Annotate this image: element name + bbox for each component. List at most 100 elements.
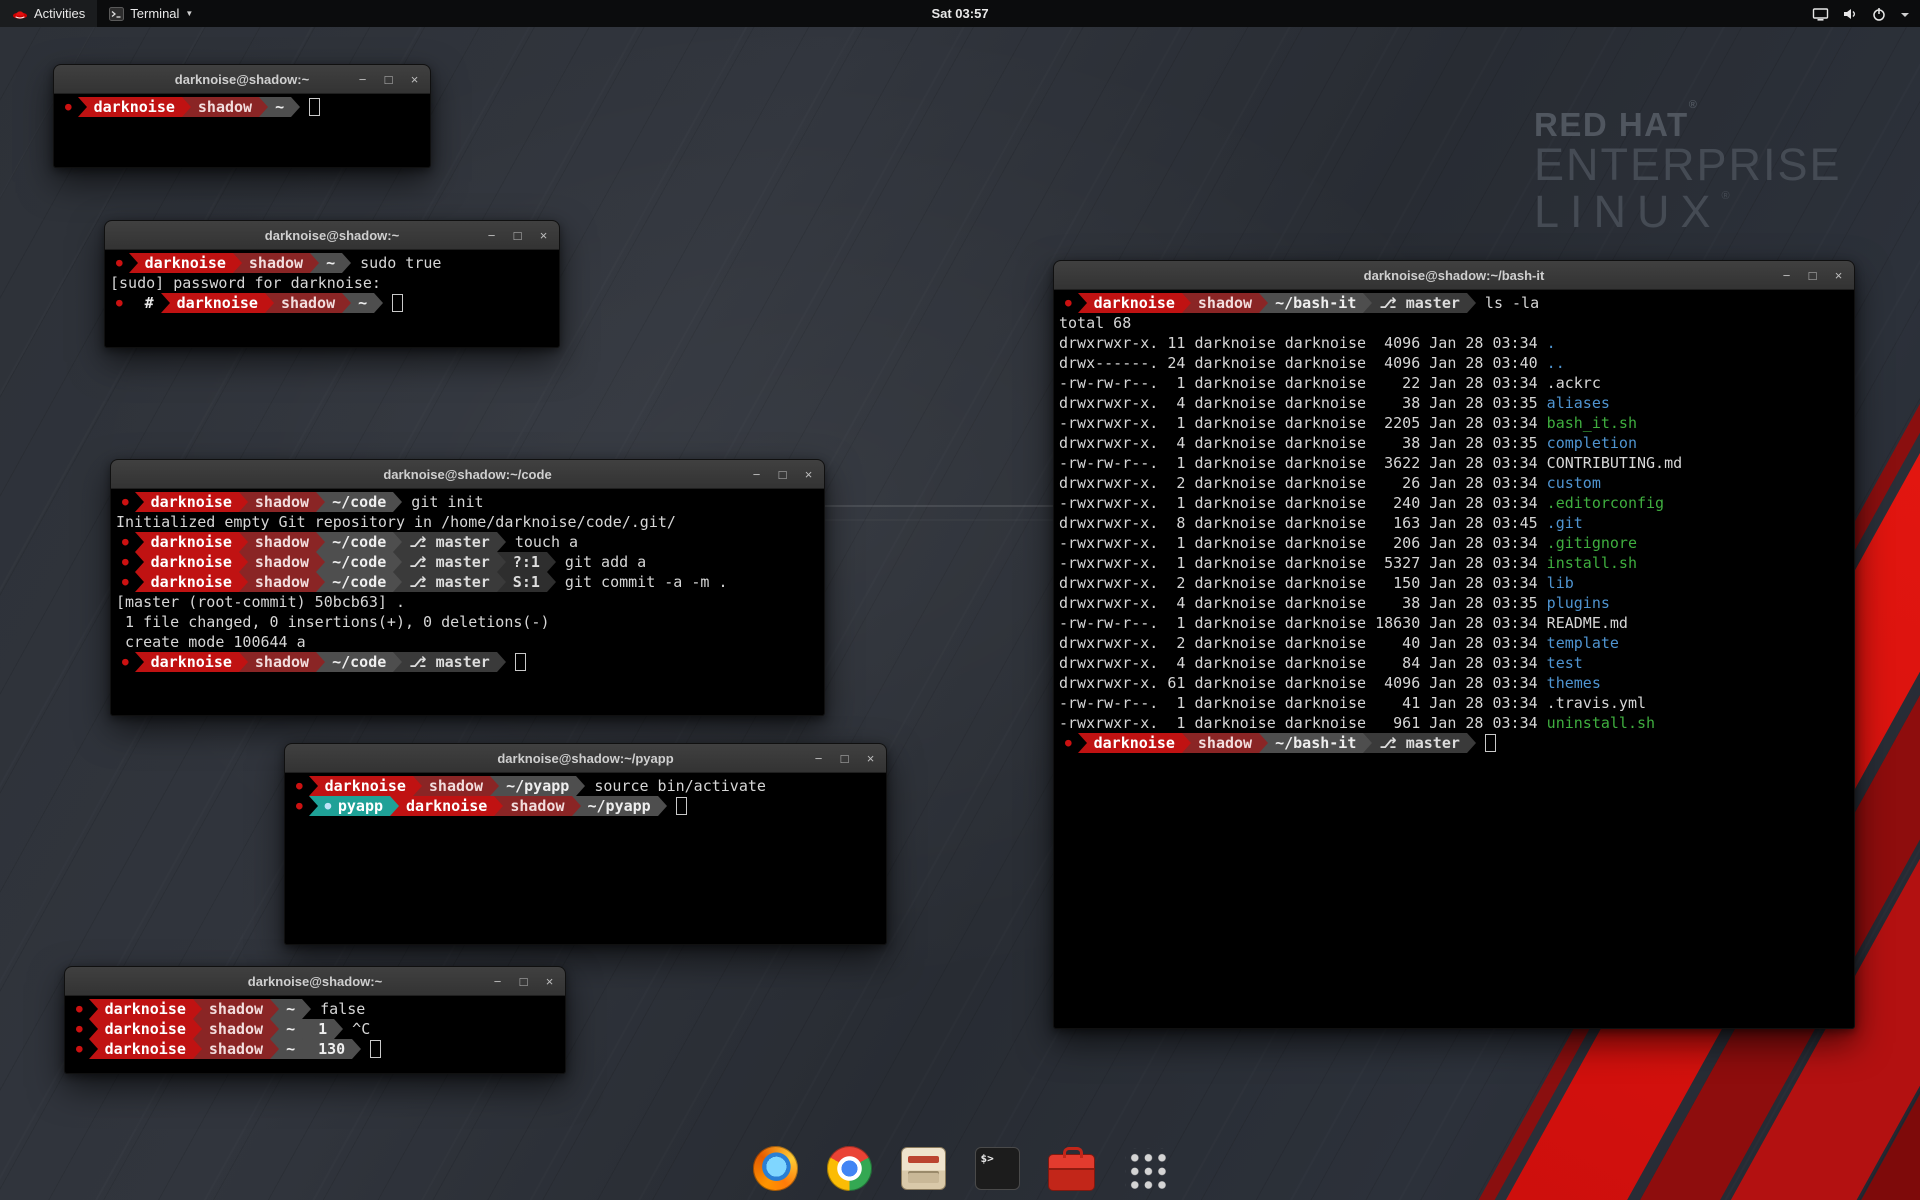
files-icon (901, 1147, 946, 1190)
powerline-arrow-icon (239, 552, 248, 572)
powerline-arrow-icon (135, 532, 144, 552)
prompt-user-segment: darknoise (144, 572, 239, 592)
dock-firefox[interactable] (748, 1141, 802, 1195)
terminal-text: drwxrwxr-x. 11 darknoise darknoise 4096 … (1059, 333, 1547, 353)
prompt-git-segment: ⎇ master (402, 552, 497, 572)
close-button[interactable]: × (408, 73, 421, 86)
dock-files[interactable] (896, 1141, 950, 1195)
powerline-arrow-icon (393, 492, 402, 512)
activities-button[interactable]: Activities (0, 0, 97, 27)
maximize-button[interactable]: □ (517, 975, 530, 988)
terminal-text: bash_it.sh (1547, 413, 1637, 433)
terminal-cursor (309, 98, 320, 116)
terminal-text: -rwxrwxr-x. 1 darknoise darknoise 206 Ja… (1059, 533, 1547, 553)
terminal-line: total 68 (1059, 313, 1849, 333)
dock-app-grid[interactable] (1118, 1141, 1172, 1195)
maximize-button[interactable]: □ (382, 73, 395, 86)
terminal-content[interactable]: ●darknoiseshadow~ sudo true[sudo] passwo… (105, 250, 559, 348)
terminal-text: drwxrwxr-x. 4 darknoise darknoise 38 Jan… (1059, 393, 1547, 413)
clock[interactable]: Sat 03:57 (931, 6, 988, 21)
powerline-arrow-icon (576, 776, 585, 796)
maximize-button[interactable]: □ (511, 229, 524, 242)
terminal-line: ●darknoiseshadow~ sudo true (110, 253, 554, 273)
powerline-arrow-icon (239, 532, 248, 552)
maximize-button[interactable]: □ (838, 752, 851, 765)
firefox-icon (753, 1146, 798, 1191)
close-button[interactable]: × (864, 752, 877, 765)
window-titlebar[interactable]: darknoise@shadow:~ − □ × (105, 221, 559, 250)
prompt-user-segment: darknoise (144, 492, 239, 512)
terminal-text: -rw-rw-r--. 1 darknoise darknoise 41 Jan… (1059, 693, 1547, 713)
powerline-arrow-icon (316, 552, 325, 572)
powerline-arrow-icon (193, 1039, 202, 1059)
maximize-button[interactable]: □ (776, 468, 789, 481)
terminal-content[interactable]: ●darknoiseshadow~ false●darknoiseshadow~… (65, 996, 565, 1074)
powerline-arrow-icon (1363, 733, 1372, 753)
terminal-line: -rwxrwxr-x. 1 darknoise darknoise 240 Ja… (1059, 493, 1849, 513)
window-titlebar[interactable]: darknoise@shadow:~/pyapp − □ × (285, 744, 886, 773)
terminal-text: git init (402, 492, 483, 512)
powerline-arrow-icon (302, 1019, 311, 1039)
minimize-button[interactable]: − (356, 73, 369, 86)
close-button[interactable]: × (802, 468, 815, 481)
terminal-content[interactable]: ●darknoiseshadow~/bash-it⎇ master ls -la… (1054, 290, 1854, 1029)
prompt-hat-segment: ● (116, 532, 135, 552)
dock-chrome[interactable] (822, 1141, 876, 1195)
minimize-button[interactable]: − (1780, 269, 1793, 282)
prompt-git-segment: ⎇ master (1372, 733, 1467, 753)
powerline-arrow-icon (393, 552, 402, 572)
powerline-arrow-icon (265, 293, 274, 313)
terminal-line: drwxrwxr-x. 2 darknoise darknoise 150 Ja… (1059, 573, 1849, 593)
minimize-button[interactable]: − (485, 229, 498, 242)
powerline-arrow-icon (316, 492, 325, 512)
terminal-text: [master (root-commit) 50bcb63] . (116, 592, 405, 612)
prompt-host-segment: shadow (248, 492, 316, 512)
window-titlebar[interactable]: darknoise@shadow:~ − □ × (54, 65, 430, 94)
powerline-arrow-icon (182, 97, 191, 117)
powerline-arrow-icon (374, 293, 383, 313)
prompt-path-segment: ~ (279, 999, 302, 1019)
terminal-line: -rwxrwxr-x. 1 darknoise darknoise 2205 J… (1059, 413, 1849, 433)
powerline-arrow-icon (89, 1039, 98, 1059)
terminal-line: -rw-rw-r--. 1 darknoise darknoise 41 Jan… (1059, 693, 1849, 713)
terminal-text: install.sh (1547, 553, 1637, 573)
minimize-button[interactable]: − (812, 752, 825, 765)
close-button[interactable]: × (1832, 269, 1845, 282)
prompt-git-segment: ⎇ master (1372, 293, 1467, 313)
terminal-text: drwxrwxr-x. 2 darknoise darknoise 26 Jan… (1059, 473, 1547, 493)
terminal-line: -rwxrwxr-x. 1 darknoise darknoise 206 Ja… (1059, 533, 1849, 553)
powerline-arrow-icon (1078, 293, 1087, 313)
window-titlebar[interactable]: darknoise@shadow:~/code − □ × (111, 460, 824, 489)
window-titlebar[interactable]: darknoise@shadow:~/bash-it − □ × (1054, 261, 1854, 290)
window-titlebar[interactable]: darknoise@shadow:~ − □ × (65, 967, 565, 996)
prompt-host-segment: shadow (503, 796, 571, 816)
terminal-content[interactable]: ●darknoiseshadow~/code git initInitializ… (111, 489, 824, 716)
terminal-icon (109, 7, 124, 21)
terminal-cursor (370, 1040, 381, 1058)
terminal-icon (975, 1147, 1020, 1190)
terminal-window-home-1: darknoise@shadow:~ − □ × ●darknoiseshado… (53, 64, 431, 168)
powerline-arrow-icon (161, 293, 170, 313)
minimize-button[interactable]: − (491, 975, 504, 988)
powerline-arrow-icon (270, 1019, 279, 1039)
terminal-text: .git (1547, 513, 1583, 533)
app-menu-terminal[interactable]: Terminal ▼ (97, 0, 205, 27)
powerline-arrow-icon (302, 999, 311, 1019)
close-button[interactable]: × (543, 975, 556, 988)
system-tray[interactable] (1802, 0, 1920, 27)
prompt-hat-segment: ● (290, 776, 309, 796)
powerline-arrow-icon (1182, 733, 1191, 753)
prompt-path-segment: ~/bash-it (1268, 293, 1363, 313)
maximize-button[interactable]: □ (1806, 269, 1819, 282)
close-button[interactable]: × (537, 229, 550, 242)
minimize-button[interactable]: − (750, 468, 763, 481)
terminal-line: create mode 100644 a (116, 632, 819, 652)
prompt-host-segment: shadow (242, 253, 310, 273)
terminal-line: -rwxrwxr-x. 1 darknoise darknoise 961 Ja… (1059, 713, 1849, 733)
dock-terminal[interactable] (970, 1141, 1024, 1195)
terminal-content[interactable]: ●darknoiseshadow~/pyapp source bin/activ… (285, 773, 886, 945)
terminal-content[interactable]: ●darknoiseshadow~ (54, 94, 430, 168)
powerline-arrow-icon (309, 776, 318, 796)
chrome-icon (827, 1146, 872, 1191)
dock-toolbox[interactable] (1044, 1141, 1098, 1195)
